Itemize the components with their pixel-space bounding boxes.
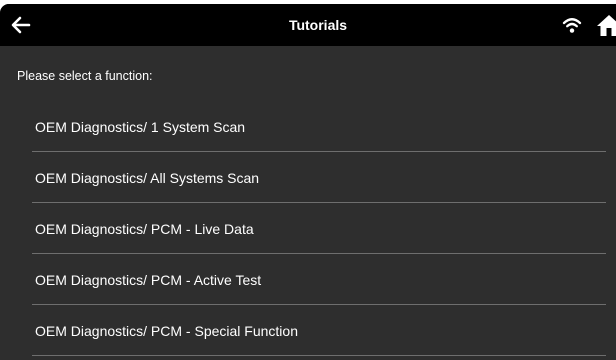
function-list: OEM Diagnostics/ 1 System Scan OEM Diagn… [32,101,606,356]
device-frame: Tutorials Please select a function: OEM … [0,0,616,360]
app-screen: Tutorials Please select a function: OEM … [0,4,616,360]
page-title: Tutorials [288,17,348,33]
list-item[interactable]: OEM Diagnostics/ 1 System Scan [32,101,606,152]
list-item-label: OEM Diagnostics/ All Systems Scan [35,170,260,186]
list-item[interactable]: OEM Diagnostics/ PCM - Special Function [32,305,606,356]
list-item[interactable]: OEM Diagnostics/ PCM - Active Test [32,254,606,305]
instruction-text: Please select a function: [17,69,153,83]
list-item-label: OEM Diagnostics/ PCM - Live Data [35,221,254,237]
home-icon [597,15,616,36]
wifi-icon [562,18,582,33]
list-item-label: OEM Diagnostics/ PCM - Special Function [35,323,298,339]
list-item-label: OEM Diagnostics/ PCM - Active Test [35,272,262,288]
list-item-label: OEM Diagnostics/ 1 System Scan [35,119,246,135]
list-item[interactable]: OEM Diagnostics/ PCM - Live Data [32,203,606,254]
header-bar: Tutorials [0,4,616,46]
home-button[interactable] [596,12,616,38]
list-item[interactable]: OEM Diagnostics/ All Systems Scan [32,152,606,203]
